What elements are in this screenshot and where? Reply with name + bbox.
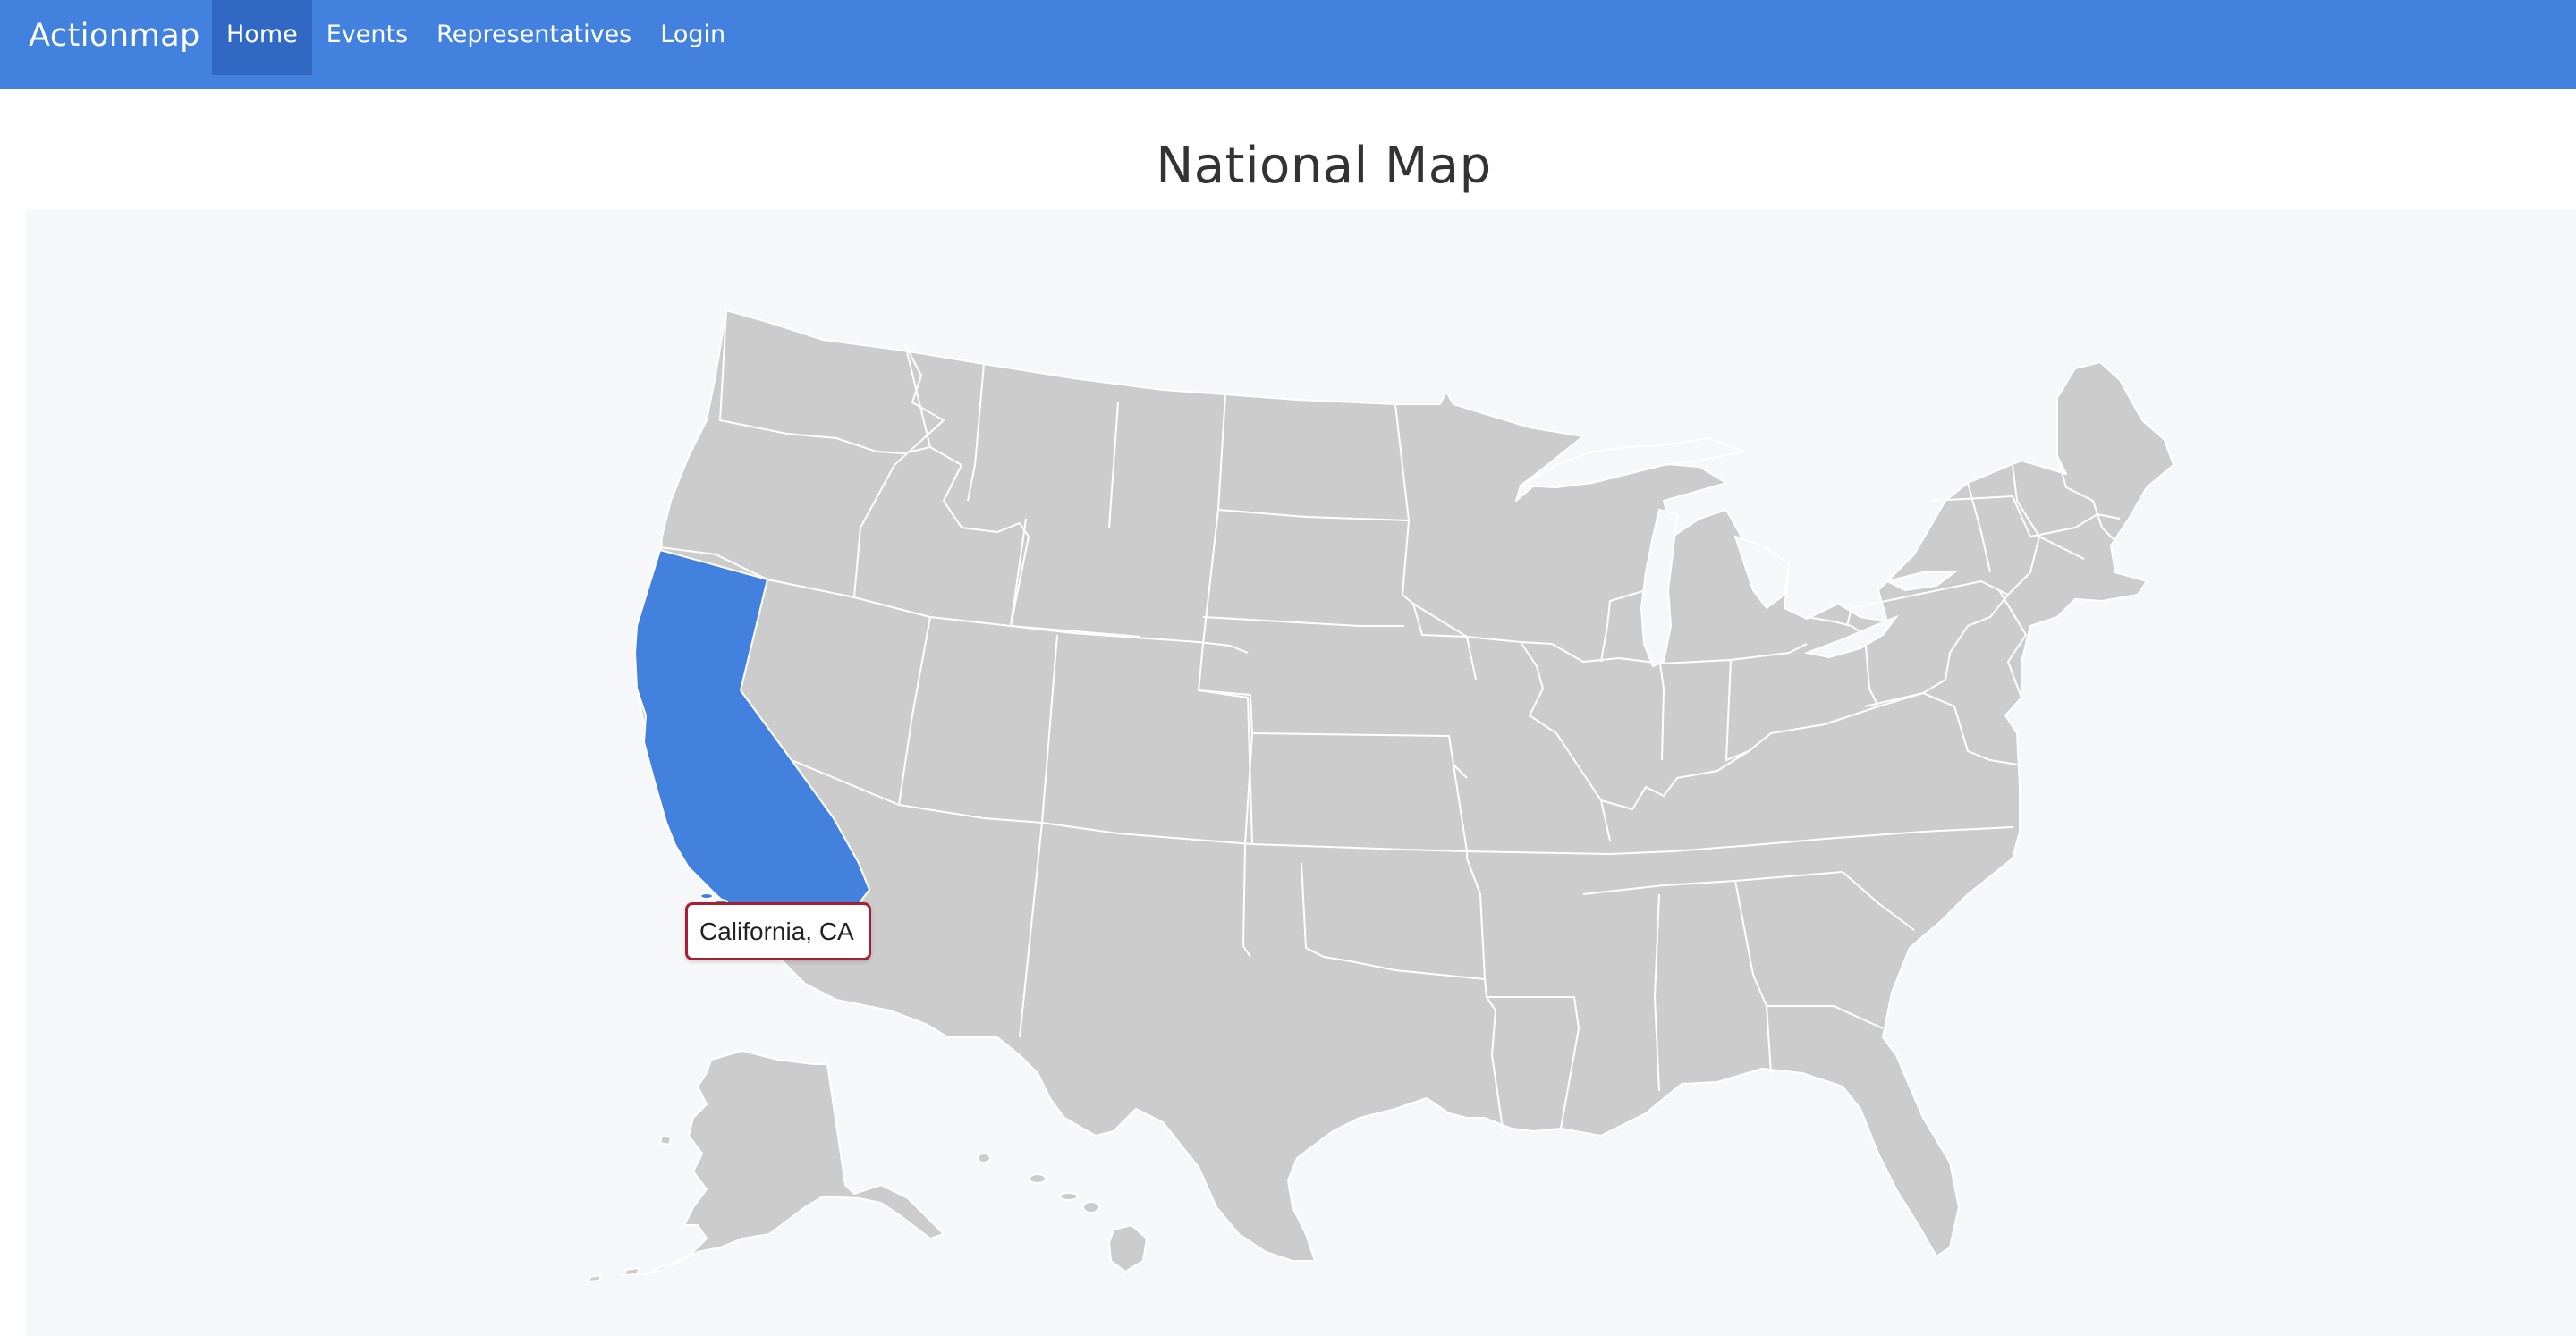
state-alaska[interactable] (643, 1050, 945, 1275)
hawaii-kauai (977, 1153, 991, 1163)
nav-home[interactable]: Home (212, 0, 312, 75)
alaska-island-3 (588, 1274, 602, 1282)
hawaii-molokai (1059, 1192, 1079, 1201)
us-map (588, 309, 2174, 1282)
contiguous-us-shape (634, 309, 2174, 1262)
channel-island-1 (699, 892, 714, 900)
alaska-island-1 (659, 1135, 672, 1146)
nav-events[interactable]: Events (312, 0, 422, 75)
brand-link[interactable]: Actionmap (29, 0, 200, 72)
state-hawaii[interactable] (1108, 1224, 1148, 1273)
top-navbar: Actionmap Home Events Representatives Lo… (0, 0, 2576, 89)
hawaii-oahu (1029, 1173, 1046, 1184)
alaska-island-2 (623, 1267, 640, 1276)
hawaii-maui (1082, 1201, 1100, 1213)
page-title: National Map (1156, 137, 1492, 195)
national-map-panel: California, CA (26, 209, 2576, 1336)
nav-menu: Home Events Representatives Login (212, 0, 740, 75)
nav-login[interactable]: Login (646, 0, 740, 75)
nav-representatives[interactable]: Representatives (422, 0, 646, 75)
state-tooltip: California, CA (685, 902, 871, 960)
